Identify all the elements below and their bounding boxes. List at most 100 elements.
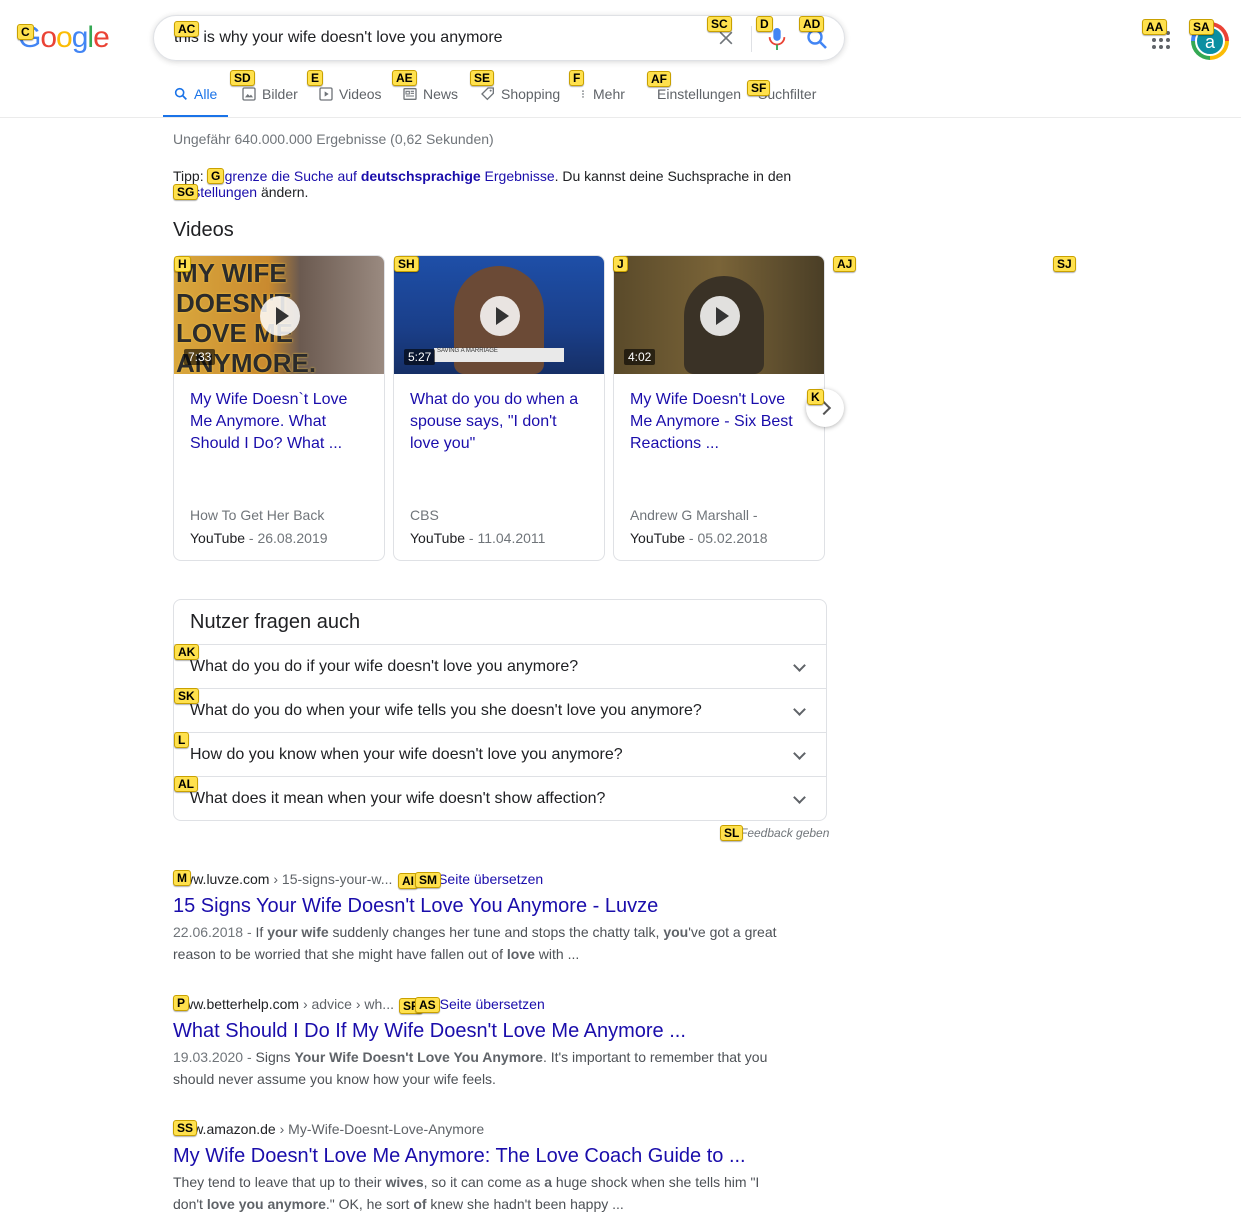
hint-badge: AF — [647, 71, 671, 87]
paa-question[interactable]: What do you do if your wife doesn't love… — [174, 644, 826, 688]
hint-badge: D — [756, 16, 773, 32]
video-duration: 5:27 — [404, 349, 436, 365]
video-card[interactable]: MY WIFE DOESN'T LOVE ME ANYMORE. HELP! 7… — [173, 255, 385, 561]
result-date: 19.03.2020 - — [173, 1049, 256, 1065]
tab-label: Bilder — [262, 86, 298, 102]
restrict-link-text: Begrenze die Suche auf — [207, 168, 361, 184]
hint-badge: SS — [173, 1120, 198, 1136]
hint-badge: SK — [174, 688, 199, 704]
hint-badge: SD — [230, 70, 255, 86]
play-icon — [260, 296, 300, 336]
paa-question[interactable]: What does it mean when your wife doesn't… — [174, 776, 826, 820]
paa-question-text: What do you do if your wife doesn't love… — [190, 658, 579, 675]
result-snippet: They tend to leave that up to their wive… — [173, 1171, 783, 1215]
tab-label: Shopping — [501, 86, 561, 102]
video-card[interactable]: SAVING A MARRIAGE 5:27 What do you do wh… — [393, 255, 605, 561]
video-date: - 05.02.2018 — [685, 530, 768, 546]
tab-alle[interactable]: Alle — [163, 80, 228, 118]
video-duration: 7:33 — [184, 349, 216, 365]
video-thumbnail[interactable]: MY WIFE DOESN'T LOVE ME ANYMORE. HELP! 7… — [174, 256, 384, 374]
chevron-down-icon — [793, 703, 806, 716]
hint-badge: AD — [799, 16, 825, 32]
people-also-ask: Nutzer fragen auch What do you do if you… — [173, 599, 827, 821]
search-input[interactable]: this is why your wife doesn't love you a… — [174, 29, 503, 47]
video-date: - 26.08.2019 — [245, 530, 328, 546]
tab-label: News — [423, 86, 459, 102]
hint-badge: P — [173, 995, 190, 1011]
paa-question-text: How do you know when your wife doesn't l… — [190, 746, 623, 763]
paa-heading: Nutzer fragen auch — [190, 611, 361, 633]
hint-badge: SL — [720, 825, 744, 841]
hint-badge: AS — [415, 997, 440, 1013]
tab-mehr[interactable]: Mehr — [578, 80, 625, 118]
video-icon — [319, 87, 333, 101]
paa-question-text: What does it mean when your wife doesn't… — [190, 790, 606, 807]
video-duration: 4:02 — [624, 349, 656, 365]
hint-badge: G — [207, 168, 225, 184]
hint-badge: H — [174, 256, 191, 272]
hint-badge: SM — [415, 872, 441, 888]
hint-badge: F — [569, 70, 585, 86]
snippet-text: If your wife suddenly changes her tune a… — [173, 924, 777, 962]
hint-badge: SF — [747, 80, 771, 96]
result-url[interactable]: www.amazon.de › My-Wife-Doesnt-Love-Anym… — [173, 1121, 783, 1137]
video-title[interactable]: What do you do when a spouse says, "I do… — [410, 389, 590, 455]
result-path: › advice › wh... — [299, 996, 394, 1012]
restrict-language-link[interactable]: Begrenze die Suche auf deutschsprachige … — [208, 168, 555, 184]
video-date: - 11.04.2011 — [465, 530, 546, 546]
play-icon — [480, 296, 520, 336]
video-platform: YouTube — [190, 530, 246, 546]
language-tip: Tipp: Begrenze die Suche auf deutschspra… — [173, 168, 813, 200]
result-title[interactable]: My Wife Doesn't Love Me Anymore: The Lov… — [173, 1143, 783, 1169]
tip-prefix: Tipp: — [173, 168, 208, 184]
paa-question[interactable]: How do you know when your wife doesn't l… — [174, 732, 826, 776]
header-divider — [0, 117, 1241, 118]
video-meta: YouTube - 26.08.2019 — [190, 530, 328, 546]
result-url[interactable]: www.luvze.com › 15-signs-your-w... Diese … — [173, 871, 783, 887]
search-box[interactable]: this is why your wife doesn't love you a… — [153, 15, 845, 61]
tag-icon — [481, 87, 494, 101]
hint-badge: J — [613, 256, 628, 272]
result-snippet: 22.06.2018 - If your wife suddenly chang… — [173, 921, 783, 965]
result-title[interactable]: 15 Signs Your Wife Doesn't Love You Anym… — [173, 893, 783, 919]
tab-videos[interactable]: Videos — [318, 80, 382, 118]
snippet-text: They tend to leave that up to their wive… — [173, 1174, 760, 1212]
result-date: 22.06.2018 - — [173, 924, 256, 940]
video-title[interactable]: My Wife Doesn't Love Me Anymore - Six Be… — [630, 389, 810, 455]
result-url[interactable]: www.betterhelp.com › advice › wh... Diese… — [173, 996, 783, 1012]
video-meta: YouTube - 11.04.2011 — [410, 530, 545, 546]
thumbnail-caption: SAVING A MARRIAGE — [434, 348, 564, 362]
paa-question-text: What do you do when your wife tells you … — [190, 702, 702, 719]
video-source: Andrew G Marshall - — [630, 507, 758, 523]
image-icon — [242, 87, 256, 101]
hint-badge: AE — [392, 70, 417, 86]
hint-badge: AJ — [833, 256, 857, 272]
feedback-link[interactable]: Feedback geben — [740, 826, 829, 840]
video-platform: YouTube — [630, 530, 686, 546]
video-card[interactable]: 4:02 My Wife Doesn't Love Me Anymore - S… — [613, 255, 825, 561]
hint-badge: AK — [174, 644, 200, 660]
video-meta: YouTube - 05.02.2018 — [630, 530, 768, 546]
video-title[interactable]: My Wife Doesn`t Love Me Anymore. What Sh… — [190, 389, 370, 455]
paa-question[interactable]: What do you do when your wife tells you … — [174, 688, 826, 732]
restrict-link-bold: deutschsprachige — [360, 168, 481, 184]
video-source: CBS — [410, 507, 439, 523]
hint-badge: AC — [174, 21, 200, 37]
result-stats: Ungefähr 640.000.000 Ergebnisse (0,62 Se… — [173, 131, 494, 147]
videos-heading: Videos — [173, 219, 234, 241]
hint-badge: L — [174, 732, 190, 748]
chevron-down-icon — [793, 747, 806, 760]
hint-badge: SC — [707, 16, 732, 32]
tab-label: Videos — [339, 86, 382, 102]
tab-label: Mehr — [593, 86, 625, 102]
video-thumbnail[interactable]: 4:02 — [614, 256, 824, 374]
hint-badge: M — [173, 870, 191, 886]
tab-label: Alle — [194, 86, 218, 102]
hint-badge: SE — [470, 70, 495, 86]
video-source: How To Get Her Back — [190, 507, 325, 523]
result-title[interactable]: What Should I Do If My Wife Doesn't Love… — [173, 1018, 783, 1044]
hint-badge: AL — [174, 776, 198, 792]
video-thumbnail[interactable]: SAVING A MARRIAGE 5:27 — [394, 256, 604, 374]
tip-suffix: ändern. — [257, 184, 309, 200]
hint-badge: C — [17, 24, 34, 40]
